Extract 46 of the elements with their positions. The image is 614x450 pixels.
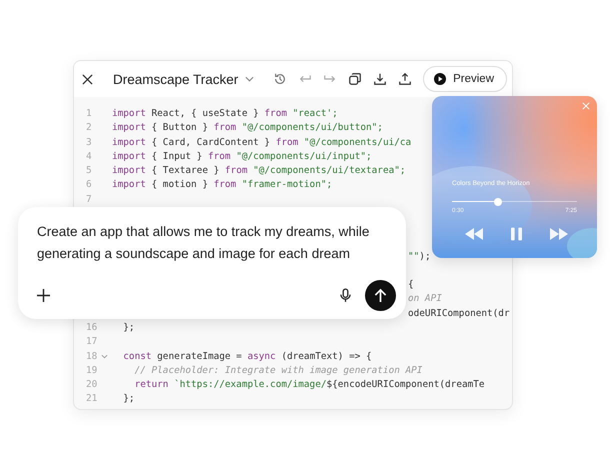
line-number: 7 xyxy=(86,192,92,207)
preview-button[interactable]: Preview xyxy=(423,66,507,92)
close-icon[interactable] xyxy=(82,74,93,84)
code-line: }; xyxy=(122,392,135,406)
line-number: 1 xyxy=(86,107,92,121)
line-number: 19 xyxy=(86,364,98,378)
code-line: return `https://example.com/image/${encodeURIComponent(dreamTe xyxy=(134,378,485,392)
code-line: const generateImage = async (dreamText) => { xyxy=(122,350,372,364)
code-line: }; xyxy=(122,320,135,335)
play-icon xyxy=(434,73,446,85)
line-number: 20 xyxy=(86,378,98,392)
line-number: 4 xyxy=(86,150,92,164)
line-number: 2 xyxy=(86,121,92,136)
code-line: odeURIComponent(dr xyxy=(408,306,510,321)
send-button[interactable] xyxy=(365,280,396,311)
code-line: import { Button } from "@/components/ui/button"; xyxy=(112,121,383,136)
prompt-text[interactable]: Create an app that allows me to track my dreams, while generating a soundscape and image for each dream xyxy=(37,221,382,265)
arrow-up-icon xyxy=(374,288,387,303)
fast-forward-icon[interactable] xyxy=(549,228,569,240)
line-number: 3 xyxy=(86,136,92,150)
code-line: // Placeholder: Integrate with image generation API xyxy=(134,364,422,378)
code-line: import { motion } from "framer-motion"; xyxy=(112,178,332,192)
rewind-icon[interactable] xyxy=(464,228,484,240)
line-number: 18 xyxy=(86,350,98,364)
code-line: on API xyxy=(408,292,442,306)
line-number: 6 xyxy=(86,178,92,192)
plus-icon[interactable] xyxy=(37,289,50,302)
code-line: ""); xyxy=(408,250,431,264)
download-icon[interactable] xyxy=(373,72,388,86)
share-icon[interactable] xyxy=(398,72,412,86)
line-number: 21 xyxy=(86,392,98,406)
code-line: import { Card, CardContent } from "@/components/ui/ca xyxy=(112,136,412,150)
microphone-icon[interactable] xyxy=(340,288,351,303)
code-line: import React, { useState } from "react'; xyxy=(112,107,338,121)
project-title[interactable]: Dreamscape Tracker xyxy=(113,72,238,86)
pause-icon[interactable] xyxy=(511,227,522,241)
chevron-down-icon[interactable] xyxy=(245,76,254,82)
copy-icon[interactable] xyxy=(348,72,362,86)
code-line: { xyxy=(408,278,414,292)
code-line: import { Input } from "@/components/ui/input"; xyxy=(112,150,372,164)
fold-chevron-icon[interactable] xyxy=(101,354,108,360)
code-line: import { Textaree } from "@/components/ui/textarea"; xyxy=(112,164,406,178)
line-number: 17 xyxy=(86,335,98,350)
line-number: 5 xyxy=(86,164,92,178)
line-number: 16 xyxy=(86,320,98,335)
history-icon[interactable] xyxy=(273,72,288,86)
